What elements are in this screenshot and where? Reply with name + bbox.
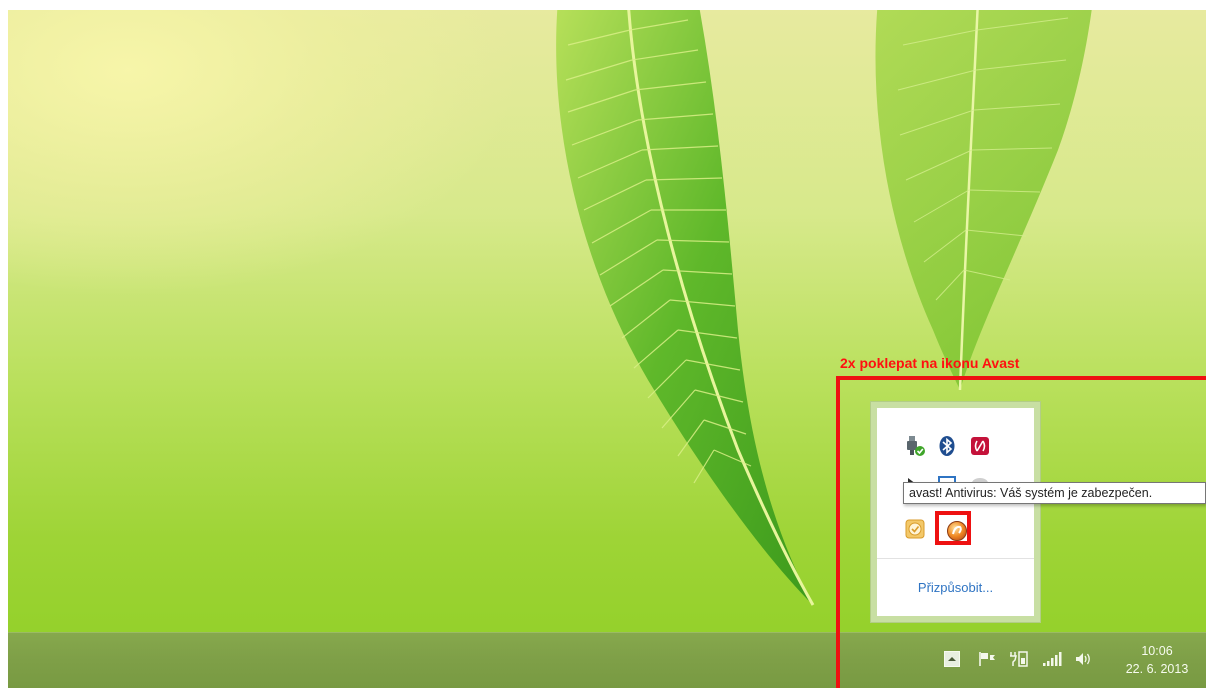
wallpaper-leaf-right (875, 10, 1092, 391)
wallpaper-leaf-left (556, 10, 815, 606)
customize-link[interactable]: Přizpůsobit... (877, 580, 1034, 595)
annotation-label: 2x poklepat na ikonu Avast (840, 355, 1020, 371)
popup-separator (877, 558, 1034, 559)
clock-app-icon[interactable] (904, 518, 926, 540)
safely-remove-hardware-icon[interactable] (904, 435, 926, 457)
avast-tooltip: avast! Antivirus: Váš systém je zabezpeč… (903, 482, 1206, 504)
red-app-icon[interactable] (969, 435, 991, 457)
avast-icon-highlight (935, 511, 971, 545)
bluetooth-icon[interactable] (936, 435, 958, 457)
